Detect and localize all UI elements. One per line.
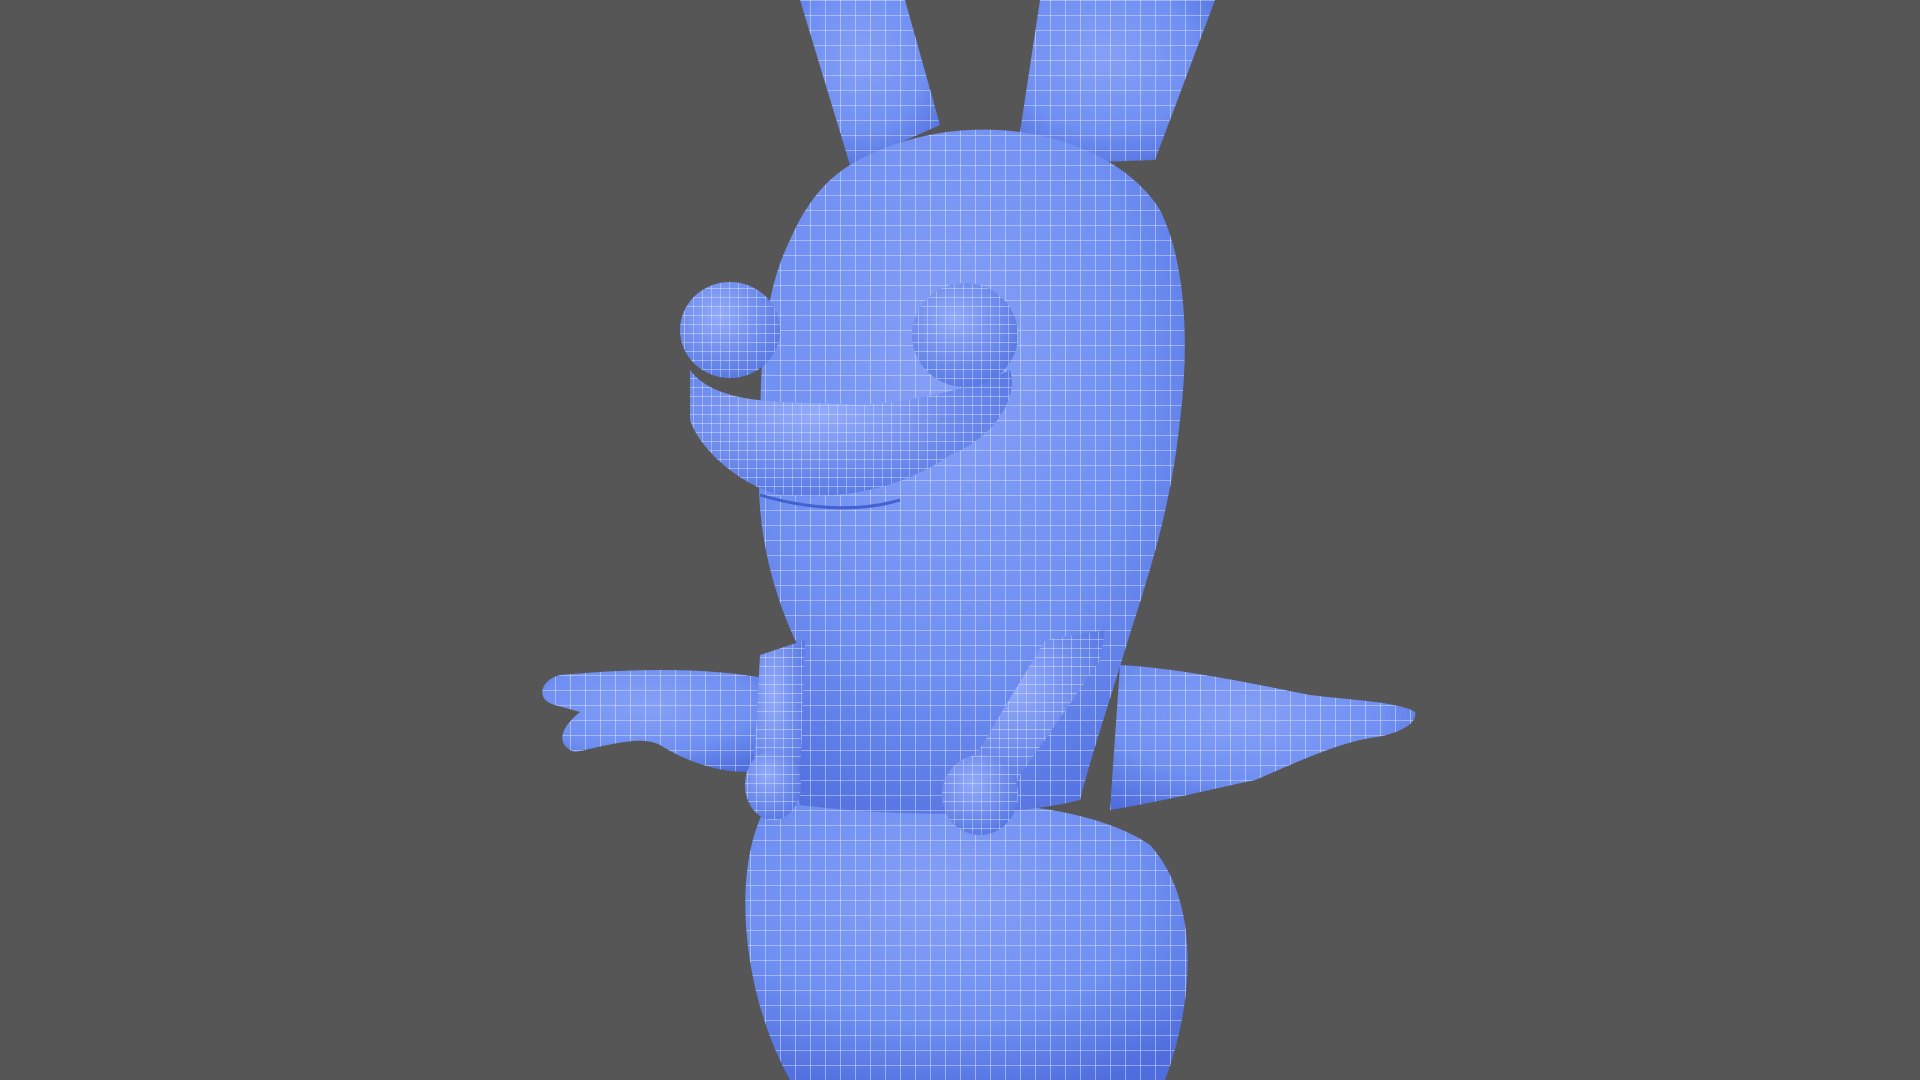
left-button: [745, 750, 801, 820]
body: [745, 797, 1188, 1080]
left-arm: [542, 670, 775, 772]
wireframe-character-model[interactable]: [0, 0, 1920, 1080]
right-arm: [1110, 665, 1416, 810]
3d-viewport[interactable]: [0, 0, 1920, 1080]
right-eye: [912, 283, 1018, 387]
left-eye: [680, 282, 780, 378]
right-button: [942, 755, 1018, 835]
